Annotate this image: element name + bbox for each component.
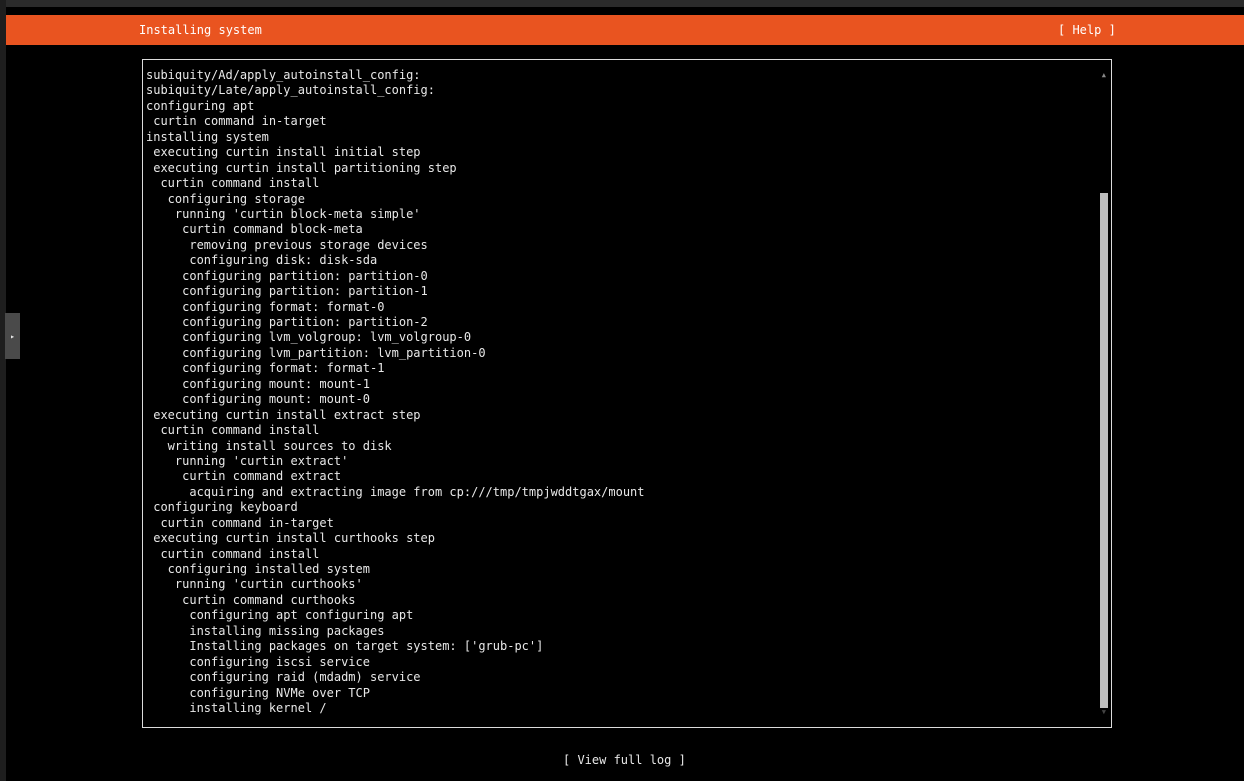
log-line: running 'curtin extract' xyxy=(146,453,349,468)
log-line: configuring disk: disk-sda xyxy=(146,253,378,268)
scroll-up-arrow-icon[interactable]: ▲ xyxy=(1102,71,1106,79)
log-line: configuring lvm_partition: lvm_partition… xyxy=(146,345,486,360)
scroll-down-arrow-icon[interactable]: ▼ xyxy=(1102,708,1106,716)
log-line: running 'curtin block-meta simple' xyxy=(146,206,421,221)
help-button[interactable]: [ Help ] xyxy=(1058,23,1116,37)
log-line: configuring NVMe over TCP xyxy=(146,685,370,700)
log-line: curtin command install xyxy=(146,176,320,191)
log-line: configuring lvm_volgroup: lvm_volgroup-0 xyxy=(146,330,472,345)
log-line: curtin command block-meta xyxy=(146,222,363,237)
log-line: installing system xyxy=(146,129,269,144)
log-line: installing missing packages xyxy=(146,623,385,638)
log-line: curtin command extract xyxy=(146,469,342,484)
log-line: configuring apt configuring apt xyxy=(146,608,414,623)
scrollbar[interactable] xyxy=(1100,80,1108,710)
log-line: configuring mount: mount-0 xyxy=(146,392,370,407)
log-line: curtin command install xyxy=(146,423,320,438)
log-line: curtin command curthooks xyxy=(146,592,356,607)
log-line: configuring storage xyxy=(146,191,305,206)
install-log-panel[interactable]: subiquity/Ad/apply_autoinstall_config: su… xyxy=(142,59,1112,728)
scrollbar-thumb[interactable] xyxy=(1100,193,1108,708)
left-edge xyxy=(0,0,6,781)
log-line: configuring partition: partition-1 xyxy=(146,284,428,299)
log-line: curtin command in-target xyxy=(146,114,327,129)
log-line: Installing packages on target system: ['… xyxy=(146,639,544,654)
view-full-log-button[interactable]: [ View full log ] xyxy=(563,753,686,767)
log-line: executing curtin install partitioning st… xyxy=(146,160,457,175)
log-line: configuring partition: partition-0 xyxy=(146,268,428,283)
log-line: executing curtin install initial step xyxy=(146,145,421,160)
log-line: subiquity/Ad/apply_autoinstall_config: xyxy=(146,68,421,82)
log-line: installing kernel / xyxy=(146,700,327,715)
side-panel-handle[interactable]: ▸ xyxy=(5,313,20,359)
page-title: Installing system xyxy=(139,23,262,37)
log-line: removing previous storage devices xyxy=(146,237,428,252)
title-bar: Installing system [ Help ] xyxy=(6,15,1244,45)
log-line: configuring format: format-1 xyxy=(146,361,385,376)
log-line: configuring partition: partition-2 xyxy=(146,315,428,329)
log-line: configuring format: format-0 xyxy=(146,299,385,314)
log-line: executing curtin install curthooks step xyxy=(146,531,435,546)
log-line: curtin command install xyxy=(146,546,320,561)
log-line: acquiring and extracting image from cp:/… xyxy=(146,484,645,499)
log-line: configuring keyboard xyxy=(146,500,298,515)
log-line: curtin command in-target xyxy=(146,515,334,530)
top-strip xyxy=(6,0,1244,7)
log-line: configuring installed system xyxy=(146,562,370,576)
log-line: subiquity/Late/apply_autoinstall_config: xyxy=(146,83,435,98)
log-line: configuring apt xyxy=(146,98,255,113)
log-line: executing curtin install extract step xyxy=(146,407,421,422)
log-line: writing install sources to disk xyxy=(146,438,392,453)
triangle-right-icon: ▸ xyxy=(10,331,15,341)
log-line: running 'curtin curthooks' xyxy=(146,577,363,592)
log-line: configuring iscsi service xyxy=(146,654,370,669)
installer-screen: ▸ Installing system [ Help ] subiquity/A… xyxy=(0,0,1244,781)
log-lines: subiquity/Ad/apply_autoinstall_config: su… xyxy=(146,68,645,716)
log-line: configuring raid (mdadm) service xyxy=(146,670,421,685)
log-line: configuring mount: mount-1 xyxy=(146,376,370,391)
